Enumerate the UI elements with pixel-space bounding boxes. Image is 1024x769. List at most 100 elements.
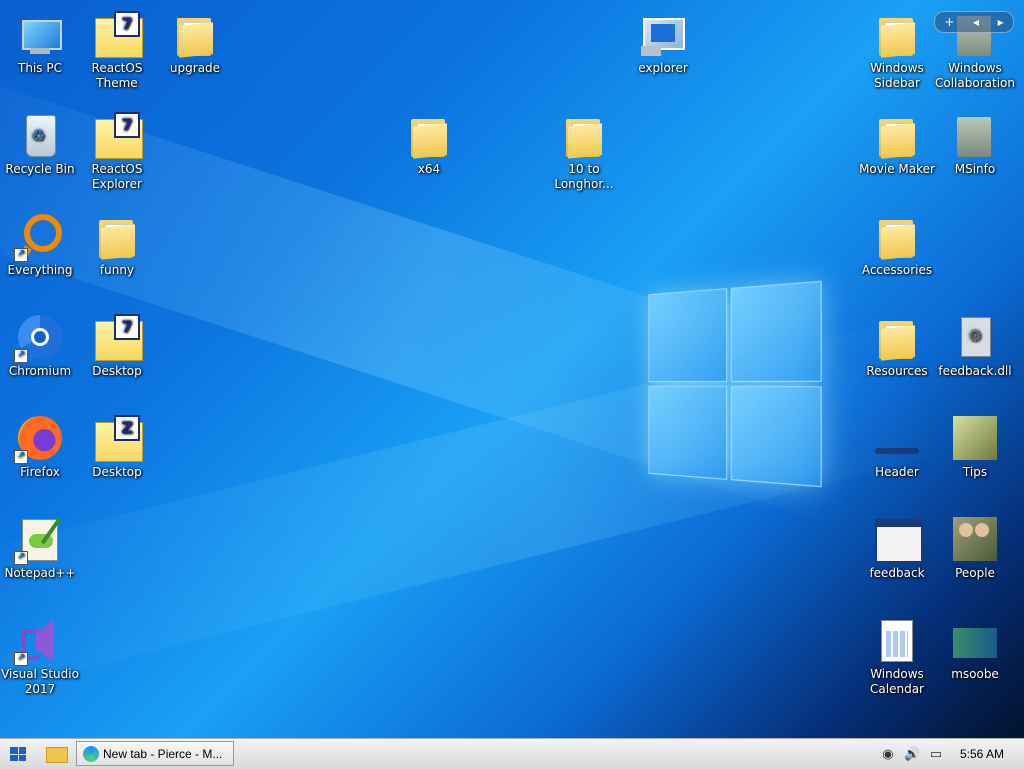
- windows-logo-wallpaper: [648, 280, 822, 488]
- prev-gadget-button[interactable]: ◂: [973, 15, 979, 29]
- desktop-icon-explorer[interactable]: explorer: [623, 10, 703, 76]
- desktop-icon-this-pc[interactable]: This PC: [0, 10, 80, 76]
- network-icon[interactable]: ◉: [880, 746, 896, 762]
- icon-label: Chromium: [8, 364, 72, 378]
- icon-label: Firefox: [20, 465, 60, 479]
- desktop-icon-tips[interactable]: Tips: [935, 414, 1015, 480]
- icon-label: Everything: [7, 263, 73, 277]
- icon-label: 10 to Longhor...: [554, 162, 614, 191]
- shortcut-arrow-icon: ↗: [14, 248, 28, 262]
- archive-badge-icon: Z: [114, 415, 140, 441]
- desktop-icon-accessories[interactable]: Accessories: [857, 212, 937, 278]
- icon-label: MSinfo: [954, 162, 996, 176]
- icon-label: Movie Maker: [859, 162, 935, 176]
- icon-label: explorer: [638, 61, 688, 75]
- start-button[interactable]: [4, 743, 32, 765]
- calendar-icon: [873, 616, 921, 664]
- next-gadget-button[interactable]: ▸: [998, 15, 1004, 29]
- add-gadget-button[interactable]: +: [944, 15, 954, 29]
- desktop: This PC ♻ Recycle Bin ↗ Everything ↗ Chr…: [0, 0, 1024, 738]
- icon-label: ReactOS Explorer: [91, 162, 143, 191]
- windows-logo-icon: [10, 747, 18, 754]
- icon-label: msoobe: [951, 667, 999, 681]
- desktop-icon-longhorn[interactable]: 10 to Longhor...: [544, 111, 624, 192]
- explorer-icon: [639, 10, 687, 58]
- edge-icon: [83, 745, 99, 762]
- desktop-icon-chromium[interactable]: ↗ Chromium: [0, 313, 80, 379]
- desktop-icon-x64[interactable]: x64: [389, 111, 469, 177]
- people-icon: [951, 515, 999, 563]
- icon-label: Resources: [866, 364, 928, 378]
- desktop-icon-upgrade[interactable]: upgrade: [155, 10, 235, 76]
- icon-label: This PC: [18, 61, 62, 75]
- visual-studio-icon: ↗: [14, 616, 64, 666]
- desktop-icon-feedback-dll[interactable]: ⚙ feedback.dll: [935, 313, 1015, 379]
- desktop-icon-windows-calendar[interactable]: Windows Calendar: [857, 616, 937, 697]
- icon-label: Notepad++: [4, 566, 76, 580]
- desktop-icon-firefox[interactable]: ↗ Firefox: [0, 414, 80, 480]
- icon-label: People: [955, 566, 995, 580]
- desktop-icon-resources[interactable]: Resources: [857, 313, 937, 379]
- desktop-icon-desktop-zip[interactable]: Z Desktop: [77, 414, 157, 480]
- desktop-icon-msinfo[interactable]: MSinfo: [935, 111, 1015, 177]
- desktop-icon-msoobe[interactable]: msoobe: [935, 616, 1015, 682]
- folder-icon: [560, 111, 608, 159]
- header-icon: [873, 414, 921, 462]
- search-icon: ↗: [14, 212, 64, 263]
- icon-label: Desktop: [92, 364, 142, 378]
- shortcut-arrow-icon: ↗: [14, 652, 28, 666]
- firefox-icon: ↗: [14, 414, 64, 464]
- shortcut-arrow-icon: ↗: [14, 450, 28, 464]
- folder-icon: [171, 10, 219, 58]
- desktop-icon-movie-maker[interactable]: Movie Maker: [857, 111, 937, 177]
- file-explorer-button[interactable]: [44, 745, 68, 763]
- display-icon[interactable]: ▭: [928, 746, 944, 762]
- icon-label: Windows Sidebar: [870, 61, 924, 90]
- desktop-icon-people[interactable]: People: [935, 515, 1015, 581]
- desktop-icon-reactos-explorer[interactable]: 7 ReactOS Explorer: [77, 111, 157, 192]
- recycle-bin-icon: ♻: [16, 111, 64, 159]
- desktop-icon-windows-sidebar[interactable]: Windows Sidebar: [857, 10, 937, 91]
- desktop-icon-desktop-7z[interactable]: 7 Desktop: [77, 313, 157, 379]
- desktop-icon-recycle-bin[interactable]: ♻ Recycle Bin: [0, 111, 80, 177]
- folder-icon: [873, 212, 921, 260]
- archive-folder-icon: 7: [93, 313, 143, 361]
- folder-icon: [873, 111, 921, 159]
- shortcut-arrow-icon: ↗: [14, 349, 28, 363]
- folder-icon: [93, 212, 141, 260]
- desktop-icon-feedback[interactable]: feedback: [857, 515, 937, 581]
- volume-icon[interactable]: 🔊: [904, 746, 920, 762]
- desktop-icon-visual-studio[interactable]: ↗ Visual Studio 2017: [0, 616, 80, 697]
- icon-label: feedback.dll: [938, 364, 1012, 378]
- icon-label: Windows Calendar: [870, 667, 924, 696]
- taskbar: New tab - Pierce - M... ◉ 🔊 ▭ 5:56 AM: [0, 738, 1024, 769]
- taskbar-item-label: New tab - Pierce - M...: [103, 746, 223, 761]
- icon-label: Recycle Bin: [5, 162, 75, 176]
- sidebar-gadget-controls: + ◂ ▸: [934, 11, 1014, 33]
- archive-badge-icon: 7: [114, 112, 140, 138]
- desktop-icon-reactos-theme[interactable]: 7 ReactOS Theme: [77, 10, 157, 91]
- system-tray: ◉ 🔊 ▭ 5:56 AM: [880, 739, 1024, 769]
- icon-label: ReactOS Theme: [91, 61, 143, 90]
- folder-icon: [951, 111, 999, 159]
- desktop-icon-notepadpp[interactable]: ↗ Notepad++: [0, 515, 80, 581]
- icon-label: Tips: [962, 465, 988, 479]
- icon-label: upgrade: [169, 61, 221, 75]
- icon-label: Desktop: [92, 465, 142, 479]
- icon-label: Windows Collaboration: [935, 61, 1015, 90]
- notepadpp-icon: ↗: [14, 515, 64, 565]
- folder-icon: [405, 111, 453, 159]
- desktop-icon-everything[interactable]: ↗ Everything: [0, 212, 80, 278]
- dll-file-icon: ⚙: [951, 313, 999, 361]
- computer-icon: [16, 10, 64, 58]
- taskbar-item-browser[interactable]: New tab - Pierce - M...: [76, 741, 234, 766]
- archive-folder-icon: 7: [93, 10, 143, 58]
- icon-label: Header: [875, 465, 919, 479]
- folder-icon: [46, 747, 68, 763]
- tips-icon: [951, 414, 999, 462]
- folder-icon: [873, 313, 921, 361]
- desktop-icon-header[interactable]: Header: [857, 414, 937, 480]
- icon-label: funny: [99, 263, 135, 277]
- clock[interactable]: 5:56 AM: [960, 747, 1004, 761]
- desktop-icon-funny[interactable]: funny: [77, 212, 157, 278]
